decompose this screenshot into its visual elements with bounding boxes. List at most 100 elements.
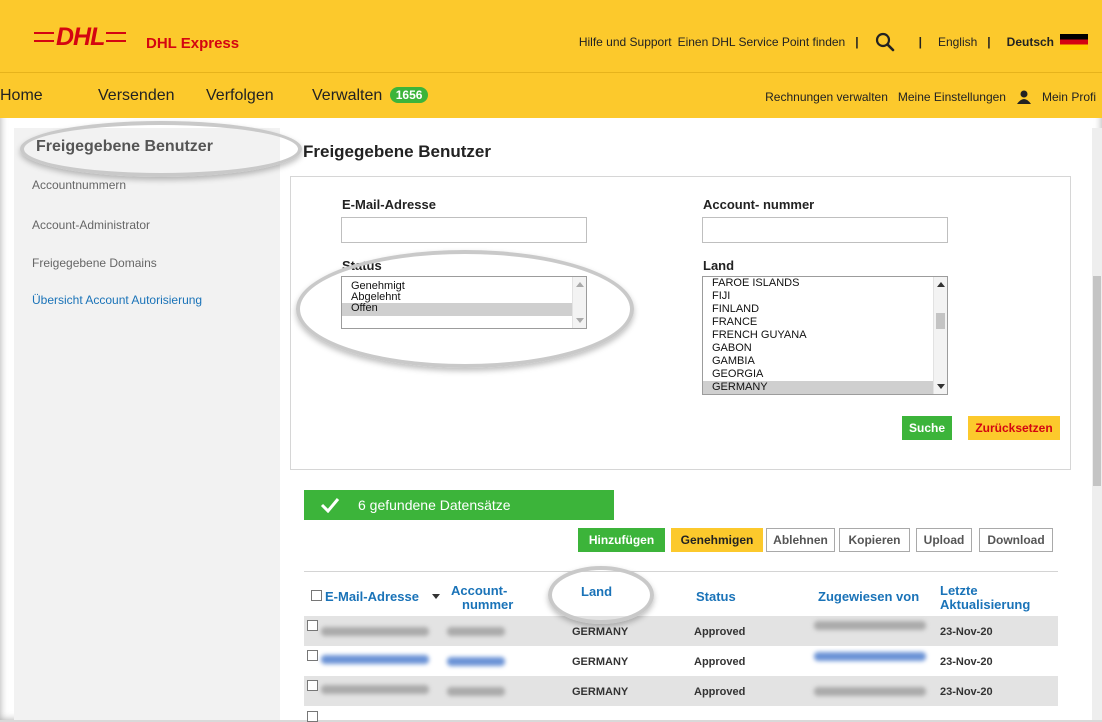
- status-option-selected[interactable]: Offen: [342, 303, 586, 316]
- separator: |: [855, 35, 859, 49]
- page-scrollbar[interactable]: [1092, 128, 1102, 720]
- status-option[interactable]: Abgelehnt: [342, 292, 586, 303]
- country-listbox[interactable]: FAROE ISLANDS FIJI FINLAND FRANCE FRENCH…: [702, 276, 948, 395]
- reject-button[interactable]: Ablehnen: [766, 528, 835, 552]
- sidebar-item-account-admin[interactable]: Account-Administrator: [32, 218, 150, 232]
- utility-links: Hilfe und Support Einen DHL Service Poin…: [573, 32, 1088, 52]
- top-bar: DHL DHL Express Hilfe und Support Einen …: [0, 0, 1102, 72]
- language-german[interactable]: Deutsch: [1007, 35, 1054, 49]
- column-header-account-1[interactable]: Account-: [451, 584, 507, 597]
- invoices-link[interactable]: Rechnungen verwalten: [765, 90, 888, 104]
- column-header-country[interactable]: Land: [581, 585, 612, 598]
- account-number-input[interactable]: [702, 217, 948, 243]
- redacted-account-number: [447, 627, 505, 636]
- status-scrollbar[interactable]: [572, 277, 586, 328]
- nav-send[interactable]: Versenden: [98, 87, 175, 105]
- service-point-link[interactable]: Einen DHL Service Point finden: [678, 35, 846, 49]
- help-link[interactable]: Hilfe und Support: [579, 35, 672, 49]
- nav-track[interactable]: Verfolgen: [206, 87, 274, 105]
- separator: |: [918, 35, 922, 49]
- redacted-email-link[interactable]: [321, 655, 429, 664]
- column-header-assigned-by[interactable]: Zugewiesen von: [818, 590, 919, 603]
- country-option[interactable]: FRENCH GUYANA: [703, 329, 947, 342]
- country-cell: GERMANY: [572, 686, 629, 698]
- add-button[interactable]: Hinzufügen: [578, 528, 665, 552]
- country-option[interactable]: FINLAND: [703, 303, 947, 316]
- updated-cell: 23-Nov-20: [940, 686, 993, 698]
- sidebar-title[interactable]: Freigegebene Benutzer: [36, 138, 213, 156]
- scroll-thumb[interactable]: [1093, 276, 1101, 486]
- user-icon[interactable]: [1016, 90, 1032, 104]
- country-option[interactable]: FIJI: [703, 290, 947, 303]
- status-listbox[interactable]: Genehmigt Abgelehnt Offen: [341, 276, 587, 329]
- country-option[interactable]: FRANCE: [703, 316, 947, 329]
- download-button[interactable]: Download: [979, 528, 1053, 552]
- country-option[interactable]: GABON: [703, 342, 947, 355]
- scroll-down-icon[interactable]: [937, 384, 945, 389]
- updated-cell: 23-Nov-20: [940, 626, 993, 638]
- search-button[interactable]: Suche: [902, 416, 952, 440]
- table-row[interactable]: GERMANY Approved 23-Nov-20: [304, 646, 1058, 676]
- redacted-account-number: [447, 687, 505, 696]
- search-filter-panel: E-Mail-Adresse Account- nummer Status Ge…: [290, 176, 1071, 470]
- nav-manage-label: Verwalten: [312, 87, 383, 104]
- scroll-up-icon[interactable]: [937, 282, 945, 287]
- german-flag-icon: [1060, 34, 1088, 50]
- search-icon[interactable]: [875, 32, 895, 52]
- redacted-email: [321, 627, 429, 636]
- country-option[interactable]: GAMBIA: [703, 355, 947, 368]
- redacted-assigned-by: [814, 687, 926, 696]
- table-row[interactable]: GERMANY Approved 23-Nov-20: [304, 616, 1058, 646]
- country-label: Land: [703, 258, 735, 273]
- status-cell: Approved: [694, 686, 746, 698]
- row-checkbox[interactable]: [307, 711, 318, 722]
- table-top-border: [304, 571, 1058, 572]
- country-option[interactable]: GEORGIA: [703, 368, 947, 381]
- reset-button[interactable]: Zurücksetzen: [968, 416, 1060, 440]
- country-option-selected[interactable]: GERMANY: [703, 381, 947, 394]
- country-option[interactable]: FAROE ISLANDS: [703, 277, 947, 290]
- table-row[interactable]: GERMANY Approved 23-Nov-20: [304, 676, 1058, 706]
- column-header-status[interactable]: Status: [696, 590, 736, 603]
- scroll-thumb[interactable]: [936, 313, 945, 329]
- copy-button[interactable]: Kopieren: [839, 528, 910, 552]
- approve-button[interactable]: Genehmigen: [671, 528, 763, 552]
- row-checkbox[interactable]: [307, 680, 318, 691]
- dhl-logo[interactable]: DHL: [32, 23, 128, 51]
- main-nav: Home Versenden Verfolgen Verwalten 1656 …: [0, 72, 1102, 118]
- upload-button[interactable]: Upload: [916, 528, 972, 552]
- app-window: DHL DHL Express Hilfe und Support Einen …: [0, 0, 1102, 722]
- scroll-down-icon[interactable]: [576, 318, 584, 323]
- profile-link[interactable]: Mein Profi: [1042, 90, 1096, 104]
- logo-text: DHL: [56, 22, 105, 51]
- country-scrollbar[interactable]: [933, 277, 947, 394]
- redacted-assigned-by-link[interactable]: [814, 652, 926, 661]
- sidebar-item-domains[interactable]: Freigegebene Domains: [32, 256, 157, 270]
- column-header-updated-1[interactable]: Letzte: [940, 584, 978, 597]
- scroll-up-icon[interactable]: [576, 282, 584, 287]
- redacted-assigned-by: [814, 621, 926, 630]
- settings-link[interactable]: Meine Einstellungen: [898, 90, 1006, 104]
- column-header-updated-2[interactable]: Aktualisierung: [940, 598, 1030, 611]
- column-header-account-2[interactable]: nummer: [462, 598, 513, 611]
- redacted-email: [321, 685, 429, 694]
- sort-down-icon[interactable]: [432, 594, 440, 599]
- email-input[interactable]: [341, 217, 587, 243]
- row-checkbox[interactable]: [307, 620, 318, 631]
- sidebar-item-account-numbers[interactable]: Accountnummern: [32, 178, 126, 192]
- logo-stripes: [34, 32, 54, 42]
- email-label: E-Mail-Adresse: [342, 197, 436, 212]
- select-all-checkbox[interactable]: [311, 590, 322, 601]
- row-checkbox[interactable]: [307, 650, 318, 661]
- language-english[interactable]: English: [938, 35, 977, 49]
- nav-manage[interactable]: Verwalten 1656: [312, 87, 429, 105]
- status-cell: Approved: [694, 656, 746, 668]
- redacted-account-number-link[interactable]: [447, 657, 505, 666]
- check-icon: [320, 497, 340, 514]
- updated-cell: 23-Nov-20: [940, 656, 993, 668]
- nav-home[interactable]: Home: [0, 87, 43, 105]
- sidebar-item-authorization-overview[interactable]: Übersicht Account Autorisierung: [32, 293, 202, 307]
- column-header-email[interactable]: E-Mail-Adresse: [325, 590, 419, 603]
- status-cell: Approved: [694, 626, 746, 638]
- brand-name: DHL Express: [146, 35, 240, 52]
